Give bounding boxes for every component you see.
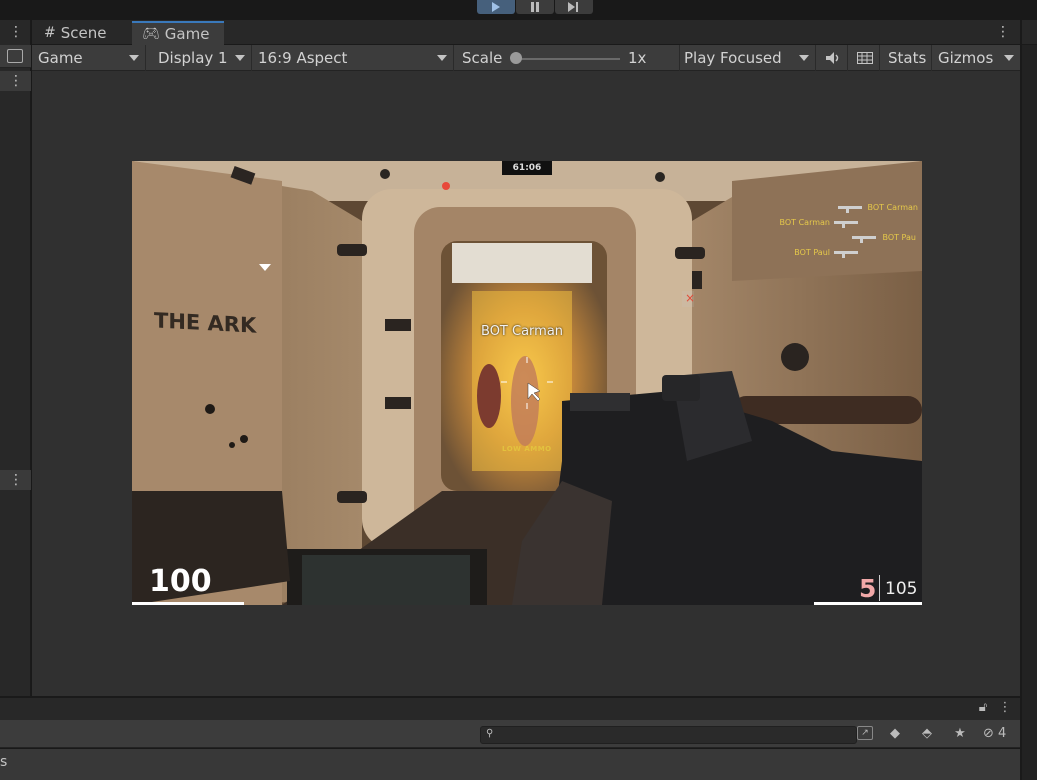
maximize-icon[interactable] (7, 49, 23, 63)
bottom-panel-toolbar: ⚲ ↗ ◆ ⬘ ★ ⊘ 4 (0, 720, 1020, 748)
rifle-icon (852, 234, 878, 243)
pause-icon (531, 2, 539, 12)
shortcuts-button[interactable] (850, 45, 880, 71)
left-dock-panel: ⋮ ⋮ ⋮ (0, 20, 31, 696)
play-button[interactable] (477, 0, 515, 14)
display-mode-dropdown[interactable]: Game (32, 45, 146, 71)
kill-feed-killer: BOT Carman (779, 218, 830, 227)
rifle-icon (837, 204, 864, 213)
ammo-clip: 5 (859, 574, 877, 603)
chevron-down-icon (235, 55, 245, 61)
search-icon: ⚲ (486, 728, 494, 739)
health-value: 100 (149, 564, 212, 599)
bottom-panel-menu-icon[interactable]: ⋮ (996, 700, 1014, 716)
search-by-type-icon[interactable]: ↗ (857, 726, 873, 740)
chevron-down-icon (129, 55, 139, 61)
filter-by-type-icon[interactable]: ◆ (886, 726, 904, 742)
tab-scene-label: Scene (60, 24, 107, 42)
view-tab-bar: # Scene 🎮︎ Game ⋮ (32, 20, 1020, 45)
game-view-toolbar: Game Display 1 16:9 Aspect Scale 1x Play… (32, 45, 1020, 71)
left-panel-menu-icon[interactable]: ⋮ (9, 24, 23, 40)
scale-value: 1x (628, 49, 647, 67)
partial-item-label: s (0, 754, 8, 770)
bottom-panel-tabbar: 🔓︎ ⋮ (0, 696, 1020, 720)
kill-feed-row: BOT Paul (794, 248, 860, 258)
aspect-dropdown[interactable]: 16:9 Aspect (252, 45, 454, 71)
kill-feed-killer: BOT Paul (794, 248, 830, 257)
kill-feed-row: BOT Carman (779, 218, 860, 228)
tab-game-label: Game (164, 25, 210, 43)
play-icon (492, 2, 500, 12)
eye-slash-icon: ⊘ (983, 726, 994, 741)
gamepad-icon: 🎮︎ (142, 26, 160, 42)
tab-scene[interactable]: # Scene (34, 21, 126, 45)
unity-editor: ⋮ ⋮ ⋮ # Scene 🎮︎ Game ⋮ Game Display 1 1… (0, 0, 1037, 780)
scale-label: Scale (462, 49, 503, 67)
rifle-icon (834, 249, 860, 258)
stats-label: Stats (888, 49, 927, 67)
left-panel-options-icon[interactable]: ⋮ (9, 73, 23, 89)
low-ammo-warning: LOW AMMO (502, 445, 552, 453)
step-icon (568, 2, 578, 12)
left-panel-lower-header: ⋮ (0, 470, 31, 490)
keyboard-icon (857, 52, 873, 64)
search-input[interactable]: ⚲ (480, 726, 857, 744)
bottom-panel-content: s (0, 749, 1020, 780)
kill-feed-victim: BOT Carman (867, 203, 918, 212)
mute-audio-button[interactable] (818, 45, 848, 71)
pause-button[interactable] (516, 0, 554, 14)
scale-slider-handle[interactable] (510, 52, 522, 64)
chevron-down-icon (437, 55, 447, 61)
favorite-star-icon[interactable]: ★ (951, 726, 969, 742)
right-dock-header (1022, 20, 1037, 45)
step-button[interactable] (555, 0, 593, 14)
game-canvas[interactable]: × THE ARK 61:06 BOT Carman BOT Carman BO… (132, 161, 922, 605)
scale-slider-track[interactable] (516, 58, 620, 60)
display-label: Display 1 (158, 49, 228, 67)
play-mode-label: Play Focused (684, 49, 782, 67)
rifle-icon (834, 219, 860, 228)
label-tag-icon[interactable]: ⬘ (918, 726, 936, 742)
hidden-packages-toggle[interactable]: ⊘ 4 (983, 726, 1015, 742)
gizmos-label: Gizmos (938, 49, 994, 67)
kill-feed-row: BOT Carman (837, 203, 918, 213)
left-panel-toolbar (0, 45, 31, 68)
left-panel-header: ⋮ (0, 71, 31, 91)
left-panel-lower-options-icon[interactable]: ⋮ (9, 472, 23, 488)
hidden-count: 4 (998, 726, 1007, 741)
kill-feed-victim: BOT Pau (882, 233, 916, 242)
ammo-reserve: 105 (885, 579, 918, 599)
display-dropdown[interactable]: Display 1 (152, 45, 252, 71)
target-name-label: BOT Carman (481, 324, 564, 339)
gizmos-dropdown[interactable]: Gizmos (932, 45, 1020, 71)
ammo-bar (814, 602, 922, 605)
svg-text:×: × (685, 291, 695, 305)
health-bar (132, 602, 244, 605)
aspect-label: 16:9 Aspect (258, 49, 348, 67)
speaker-icon (826, 52, 839, 64)
kill-feed-row: BOT Pau (852, 233, 916, 243)
chevron-down-icon (799, 55, 809, 61)
grid-icon: # (44, 25, 56, 41)
match-timer: 61:06 (502, 161, 552, 175)
stats-button[interactable]: Stats (882, 45, 932, 71)
play-controls (477, 0, 593, 14)
tab-bar-menu-icon[interactable]: ⋮ (996, 24, 1010, 40)
tab-game[interactable]: 🎮︎ Game (132, 21, 224, 45)
game-scene-render: × (132, 161, 922, 605)
display-mode-label: Game (38, 49, 83, 67)
play-mode-dropdown[interactable]: Play Focused (678, 45, 816, 71)
ammo-divider (879, 575, 880, 601)
right-dock-edge (1020, 20, 1037, 780)
chevron-down-icon (1004, 55, 1014, 61)
lock-icon[interactable]: 🔓︎ (974, 700, 992, 716)
